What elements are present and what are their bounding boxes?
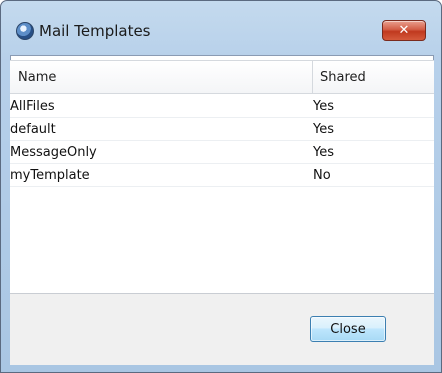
table-row[interactable]: myTemplate No [10, 164, 434, 187]
close-icon: ✕ [398, 23, 410, 38]
template-name-cell: AllFiles [10, 99, 55, 114]
title-bar[interactable]: Mail Templates ✕ [1, 1, 441, 41]
close-button[interactable]: Close [310, 316, 386, 342]
app-globe-icon [16, 22, 34, 40]
table-body: AllFiles Yes default Yes MessageOnly Yes… [10, 95, 434, 187]
mail-templates-dialog: Mail Templates ✕ Name Shared AllFiles Ye… [0, 0, 442, 373]
table-row[interactable]: AllFiles Yes [10, 95, 434, 118]
column-header-name[interactable]: Name [18, 61, 308, 94]
window-close-button[interactable]: ✕ [382, 20, 426, 41]
window-title: Mail Templates [39, 22, 151, 40]
dialog-footer: Close [10, 293, 434, 365]
templates-table: Name Shared AllFiles Yes default Yes Mes… [10, 60, 434, 293]
template-name-cell: MessageOnly [10, 145, 97, 160]
column-header-shared[interactable]: Shared [312, 61, 434, 94]
template-shared-cell: Yes [313, 122, 334, 137]
template-shared-cell: No [313, 168, 331, 183]
template-shared-cell: Yes [313, 145, 334, 160]
table-header: Name Shared [10, 61, 434, 94]
table-row[interactable]: default Yes [10, 118, 434, 141]
template-name-cell: default [10, 122, 56, 137]
template-shared-cell: Yes [313, 99, 334, 114]
table-row[interactable]: MessageOnly Yes [10, 141, 434, 164]
template-name-cell: myTemplate [10, 168, 90, 183]
